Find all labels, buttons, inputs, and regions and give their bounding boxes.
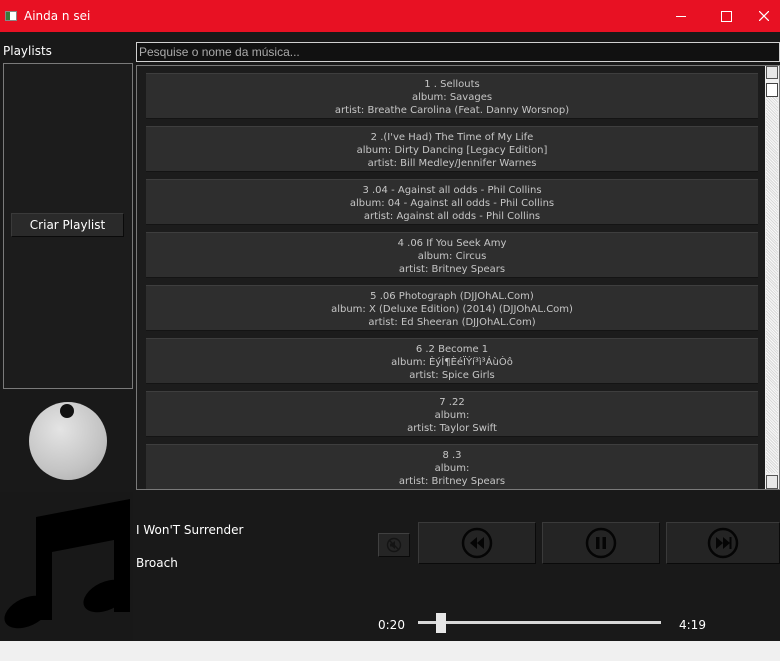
song-artist: artist: Against all odds - Phil Collins bbox=[363, 211, 541, 222]
create-playlist-button[interactable]: Criar Playlist bbox=[11, 213, 124, 237]
song-item[interactable]: 4 .06 If You Seek Amy album: Circus arti… bbox=[146, 232, 758, 278]
song-title: 6 .2 Become 1 bbox=[415, 344, 489, 355]
song-album: album: Circus bbox=[417, 251, 487, 262]
song-item[interactable]: 3 .04 - Against all odds - Phil Collins … bbox=[146, 179, 758, 225]
scroll-thumb[interactable] bbox=[766, 83, 778, 97]
progress-slider-handle[interactable] bbox=[435, 613, 446, 633]
song-album: album: bbox=[434, 463, 470, 474]
song-artist: artist: Taylor Swift bbox=[407, 423, 497, 434]
playlists-label: Playlists bbox=[3, 44, 52, 58]
next-button[interactable] bbox=[666, 522, 780, 564]
song-artist: artist: Ed Sheeran (DJJOhAL.Com) bbox=[368, 317, 536, 328]
close-icon bbox=[759, 11, 769, 21]
album-cover bbox=[0, 492, 133, 641]
knob-indicator bbox=[60, 404, 74, 418]
song-album: album: X (Deluxe Edition) (2014) (DJJOhA… bbox=[331, 304, 573, 315]
maximize-button[interactable] bbox=[703, 0, 749, 32]
title-bar[interactable]: Ainda n sei bbox=[0, 0, 780, 32]
maximize-icon bbox=[720, 10, 732, 22]
song-title: 1 . Sellouts bbox=[424, 79, 480, 90]
progress-slider[interactable] bbox=[418, 621, 661, 624]
song-artist: artist: Britney Spears bbox=[398, 264, 506, 275]
song-title: 8 .3 bbox=[442, 450, 462, 461]
song-list[interactable]: 1 . Sellouts album: Savages artist: Brea… bbox=[136, 65, 780, 490]
song-title: 7 .22 bbox=[439, 397, 465, 408]
playlists-list[interactable]: Criar Playlist bbox=[3, 63, 133, 389]
rewind-icon bbox=[461, 527, 493, 559]
song-title: 3 .04 - Against all odds - Phil Collins bbox=[362, 185, 542, 196]
song-album: album: ÈýÍ¶ÈéÏÝí³ì³ÁùÒô bbox=[391, 357, 513, 368]
volume-knob[interactable] bbox=[29, 402, 107, 480]
current-time: 0:20 bbox=[378, 618, 405, 632]
music-note-icon bbox=[4, 499, 130, 629]
song-album: album: bbox=[434, 410, 470, 421]
song-item[interactable]: 8 .3 album: artist: Britney Spears bbox=[146, 444, 758, 489]
app-icon bbox=[5, 11, 17, 21]
minimize-button[interactable] bbox=[658, 0, 704, 32]
total-time: 4:19 bbox=[679, 618, 706, 632]
song-album: album: Savages bbox=[411, 92, 493, 103]
mute-button[interactable] bbox=[378, 533, 410, 557]
previous-button[interactable] bbox=[418, 522, 536, 564]
song-title: 4 .06 If You Seek Amy bbox=[397, 238, 507, 249]
fast-forward-icon bbox=[707, 527, 739, 559]
song-item[interactable]: 1 . Sellouts album: Savages artist: Brea… bbox=[146, 73, 758, 119]
play-pause-button[interactable] bbox=[542, 522, 660, 564]
scroll-track[interactable] bbox=[766, 97, 778, 473]
close-button[interactable] bbox=[748, 0, 780, 32]
minimize-icon bbox=[676, 15, 686, 17]
song-item[interactable]: 6 .2 Become 1 album: ÈýÍ¶ÈéÏÝí³ì³ÁùÒô ar… bbox=[146, 338, 758, 384]
app-window: Ainda n sei Playlists Criar Playlist 1 .… bbox=[0, 0, 780, 641]
scroll-down-button[interactable] bbox=[766, 475, 778, 489]
song-artist: artist: Britney Spears bbox=[398, 476, 506, 487]
now-playing-title: I Won'T Surrender bbox=[136, 523, 244, 537]
song-album: album: Dirty Dancing [Legacy Edition] bbox=[356, 145, 548, 156]
mute-icon bbox=[386, 537, 402, 553]
song-item[interactable]: 5 .06 Photograph (DJJOhAL.Com) album: X … bbox=[146, 285, 758, 331]
song-album: album: 04 - Against all odds - Phil Coll… bbox=[349, 198, 555, 209]
list-scrollbar[interactable] bbox=[765, 66, 779, 489]
pause-icon bbox=[585, 527, 617, 559]
song-title: 5 .06 Photograph (DJJOhAL.Com) bbox=[370, 291, 534, 302]
search-input[interactable] bbox=[136, 42, 780, 62]
song-item[interactable]: 2 .(I've Had) The Time of My Life album:… bbox=[146, 126, 758, 172]
song-artist: artist: Bill Medley/Jennifer Warnes bbox=[367, 158, 537, 169]
now-playing-artist: Broach bbox=[136, 556, 178, 570]
song-title: 2 .(I've Had) The Time of My Life bbox=[370, 132, 534, 143]
window-title: Ainda n sei bbox=[24, 9, 91, 23]
song-artist: artist: Breathe Carolina (Feat. Danny Wo… bbox=[334, 105, 570, 116]
song-artist: artist: Spice Girls bbox=[409, 370, 495, 381]
scroll-up-button[interactable] bbox=[766, 66, 778, 79]
song-item[interactable]: 7 .22 album: artist: Taylor Swift bbox=[146, 391, 758, 437]
